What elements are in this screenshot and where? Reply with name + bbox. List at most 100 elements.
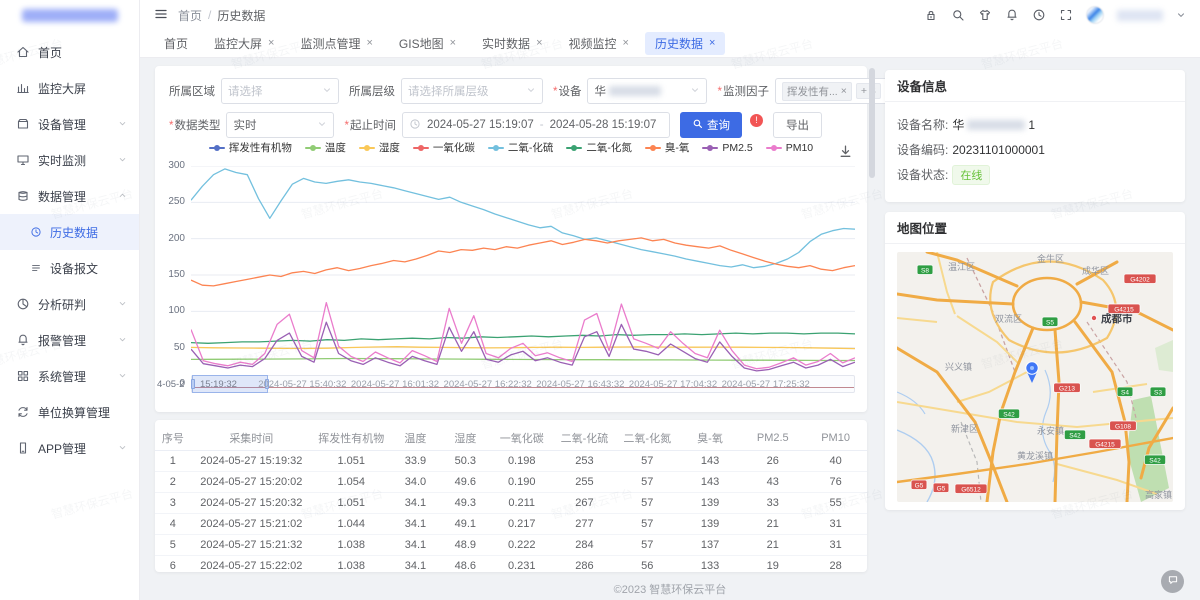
search-icon[interactable] xyxy=(951,8,965,22)
sidebar-subitem-设备报文[interactable]: 设备报文 xyxy=(0,250,139,286)
tab-GIS地图[interactable]: GIS地图× xyxy=(389,32,466,55)
legend-item-一氧化碳[interactable]: 一氧化碳 xyxy=(413,140,475,155)
sidebar-subitem-label: 历史数据 xyxy=(50,224,127,241)
legend-label: PM2.5 xyxy=(722,142,752,154)
x-axis-truncated-label: 4-05-2 xyxy=(157,379,184,390)
tab-历史数据[interactable]: 历史数据× xyxy=(645,32,725,55)
topbar: 首页 / 历史数据 xyxy=(140,0,1200,30)
lock-icon[interactable] xyxy=(924,8,938,22)
download-chart-icon[interactable] xyxy=(838,144,853,162)
table-cell: 5 xyxy=(155,534,191,555)
sidebar-item-8[interactable]: 单位换算管理 xyxy=(0,394,139,430)
factor-tag[interactable]: 挥发性有...× xyxy=(782,82,852,101)
datazoom-time-label: 15:19:32 xyxy=(200,379,237,390)
tab-实时数据[interactable]: 实时数据× xyxy=(472,32,552,55)
device-select[interactable]: 华 xyxy=(587,78,707,104)
table-cell: 2024-05-27 15:20:02 xyxy=(191,471,312,492)
sidebar-item-5[interactable]: 分析研判 xyxy=(0,286,139,322)
tab-close-icon[interactable]: × xyxy=(450,38,456,49)
username-redacted[interactable] xyxy=(1117,10,1163,21)
chevron-down-icon xyxy=(317,119,327,132)
level-select[interactable]: 请选择所属层级 xyxy=(401,78,543,104)
table-cell: 133 xyxy=(679,555,742,572)
fullscreen-icon[interactable] xyxy=(1059,8,1073,22)
theme-skin-icon[interactable] xyxy=(978,8,992,22)
notification-bell-icon[interactable] xyxy=(1005,8,1019,22)
device-location-pin[interactable] xyxy=(1026,362,1038,383)
legend-item-PM2.5[interactable]: PM2.5 xyxy=(702,140,752,155)
scrollbar-thumb[interactable] xyxy=(869,68,875,178)
tab-close-icon[interactable]: × xyxy=(366,38,372,49)
tag-close-icon[interactable]: × xyxy=(841,85,847,97)
svg-text:G5: G5 xyxy=(937,485,946,492)
legend-item-PM10[interactable]: PM10 xyxy=(766,140,813,155)
collapse-sidebar-icon[interactable] xyxy=(154,7,168,24)
tab-close-icon[interactable]: × xyxy=(623,38,629,49)
breadcrumb-home[interactable]: 首页 xyxy=(178,7,202,24)
unit-icon xyxy=(16,405,30,419)
search-icon xyxy=(951,8,965,22)
table-cell: 255 xyxy=(553,471,616,492)
chat-fab-button[interactable] xyxy=(1161,570,1184,593)
table-cell: 57 xyxy=(616,450,679,471)
sidebar-item-3[interactable]: 实时监测 xyxy=(0,142,139,178)
datazoom-left-handle[interactable] xyxy=(191,379,195,389)
sidebar-subitem-历史数据[interactable]: 历史数据 xyxy=(0,214,139,250)
road-badge-G108: G108 xyxy=(1110,421,1137,431)
legend-item-挥发性有机物[interactable]: 挥发性有机物 xyxy=(209,140,292,155)
table-cell: 34.1 xyxy=(390,555,440,572)
map-canvas[interactable]: 温江区金牛区成华区双流区兴义镇新津区永安镇黄龙溪镇高家镇成都市S8G4202S5… xyxy=(897,252,1173,502)
table-header-PM2.5: PM2.5 xyxy=(741,426,804,450)
tab-close-icon[interactable]: × xyxy=(268,38,274,49)
fullscreen-icon xyxy=(1059,8,1073,22)
table-cell: 33 xyxy=(741,492,804,513)
sidebar-item-6[interactable]: 报警管理 xyxy=(0,322,139,358)
legend-item-二氧-化硫[interactable]: 二氧-化硫 xyxy=(488,140,554,155)
tab-监测点管理[interactable]: 监测点管理× xyxy=(290,32,382,55)
legend-item-臭-氧[interactable]: 臭-氧 xyxy=(645,140,690,155)
breadcrumb-current: 历史数据 xyxy=(217,7,265,24)
time-range-picker[interactable]: 2024-05-27 15:19:07 - 2024-05-28 15:19:0… xyxy=(402,112,670,138)
theme-skin-icon xyxy=(978,8,992,22)
legend-item-湿度[interactable]: 湿度 xyxy=(359,140,400,155)
history-data-panel: 所属区域 请选择 所属层级 请选择所属层级 *设备 华 xyxy=(155,66,867,412)
legend-label: 温度 xyxy=(325,140,346,155)
legend-item-二氧-化氮[interactable]: 二氧-化氮 xyxy=(566,140,632,155)
tab-监控大屏[interactable]: 监控大屏× xyxy=(204,32,284,55)
content-scrollbar[interactable] xyxy=(869,66,875,572)
sidebar-item-7[interactable]: 系统管理 xyxy=(0,358,139,394)
tab-首页[interactable]: 首页 xyxy=(154,32,198,55)
series-臭-氧 xyxy=(191,238,855,286)
table-cell: 49.6 xyxy=(440,471,490,492)
tab-close-icon[interactable]: × xyxy=(536,38,542,49)
map-label-成华区: 成华区 xyxy=(1082,265,1109,276)
topbar-actions xyxy=(924,6,1186,24)
user-menu-chevron-icon[interactable] xyxy=(1176,10,1186,20)
sidebar-item-4[interactable]: 数据管理 xyxy=(0,178,139,214)
tab-close-icon[interactable]: × xyxy=(709,38,715,49)
data-type-select[interactable]: 实时 xyxy=(226,112,334,138)
export-button[interactable]: 导出 xyxy=(773,112,822,138)
clock-icon xyxy=(409,118,421,130)
region-select[interactable]: 请选择 xyxy=(221,78,339,104)
user-avatar[interactable] xyxy=(1086,6,1104,24)
svg-text:S3: S3 xyxy=(1154,389,1162,396)
y-tick-label: 100 xyxy=(157,305,185,316)
home-icon xyxy=(16,45,30,59)
chat-bubble-icon xyxy=(1167,574,1179,586)
device-info-title: 设备信息 xyxy=(885,70,1185,102)
legend-item-温度[interactable]: 温度 xyxy=(305,140,346,155)
app-logo xyxy=(0,0,139,30)
map-title: 地图位置 xyxy=(885,212,1185,244)
datazoom-slider[interactable]: 15:19:322024-05-27 15:40:322024-05-27 16… xyxy=(191,375,855,393)
clock-icon[interactable] xyxy=(1032,8,1046,22)
table-cell: 57 xyxy=(616,534,679,555)
tab-视频监控[interactable]: 视频监控× xyxy=(559,32,639,55)
table-cell: 50.3 xyxy=(440,450,490,471)
sidebar-item-0[interactable]: 首页 xyxy=(0,34,139,70)
sidebar-item-2[interactable]: 设备管理 xyxy=(0,106,139,142)
sidebar-item-9[interactable]: APP管理 xyxy=(0,430,139,466)
search-button[interactable]: 查询 xyxy=(680,112,742,138)
sidebar-item-1[interactable]: 监控大屏 xyxy=(0,70,139,106)
chevron-down-icon xyxy=(118,117,127,131)
